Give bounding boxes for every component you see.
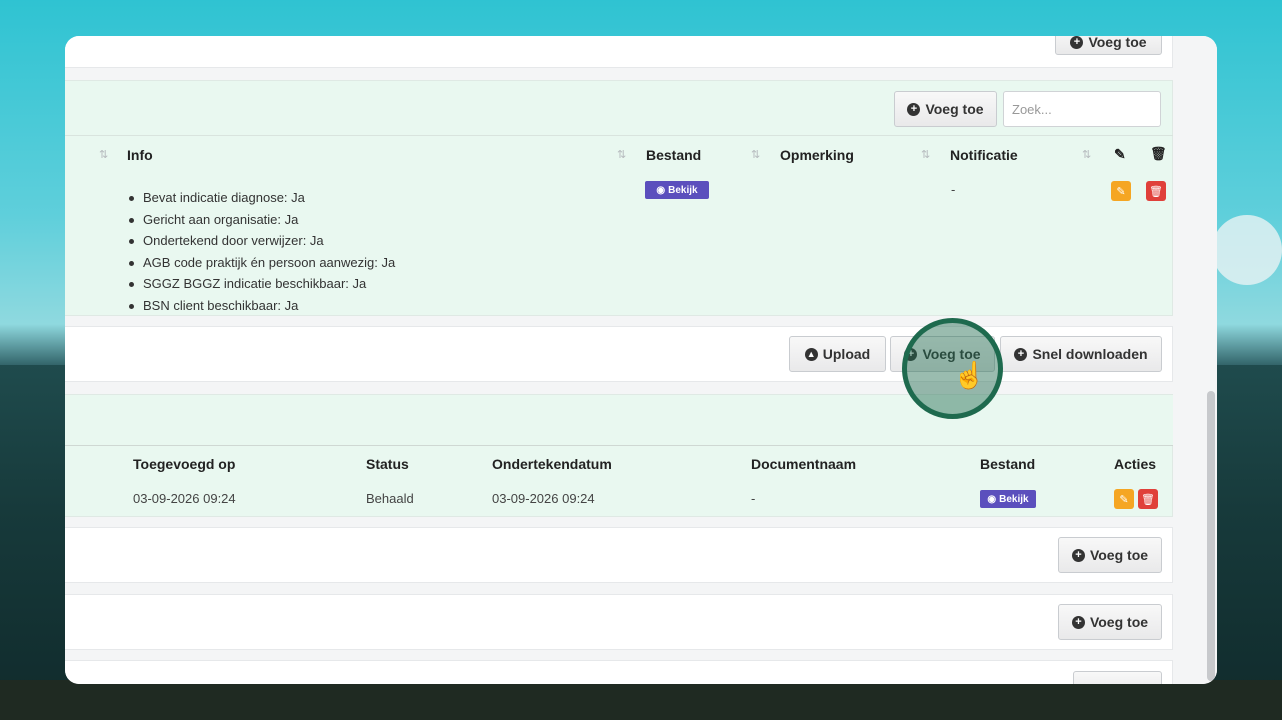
view-file-badge[interactable]: ◉ Bekijk <box>645 181 709 199</box>
notificatie-value: - <box>951 182 956 197</box>
referral-add-button[interactable]: + Voeg toe <box>894 91 997 127</box>
table-divider <box>65 135 1173 136</box>
section4-add-button[interactable]: + Voeg toe <box>1058 537 1162 573</box>
pencil-icon: ✎ <box>1116 185 1126 198</box>
scrollbar-track[interactable] <box>1187 36 1217 684</box>
trash-icon: 🗑 <box>1149 185 1163 198</box>
section6-button[interactable] <box>1073 671 1162 684</box>
info-item: Ondertekend door verwijzer: Ja <box>127 230 395 252</box>
upload-button[interactable]: ▲ Upload <box>789 336 886 372</box>
search-input[interactable]: Zoek... <box>1003 91 1161 127</box>
section5-add-label: Voeg toe <box>1089 614 1149 630</box>
view-label: Bekijk <box>999 493 1029 505</box>
info-item: Bevat indicatie diagnose: Ja <box>127 187 395 209</box>
plus-circle-icon: + <box>1070 36 1084 49</box>
pencil-icon: ✎ <box>1119 493 1129 506</box>
info-item: SGGZ BGGZ indicatie beschikbaar: Ja <box>127 273 395 295</box>
plus-circle-icon: + <box>1071 548 1085 562</box>
info-item: AGB code praktijk én persoon aanwezig: J… <box>127 252 395 274</box>
plus-circle-icon: + <box>1014 347 1028 361</box>
upload-label: Upload <box>822 346 871 362</box>
column-header-status[interactable]: Status <box>366 456 409 472</box>
table-divider <box>65 445 1173 446</box>
section4-add-label: Voeg toe <box>1089 547 1149 563</box>
section-5: + Voeg toe <box>65 594 1173 650</box>
delete-button[interactable]: 🗑 <box>1146 181 1166 201</box>
column-header-opmerking[interactable]: Opmerking <box>780 147 854 163</box>
column-header-bestand[interactable]: Bestand <box>646 147 701 163</box>
view-label: Bekijk <box>668 184 698 196</box>
section-4: + Voeg toe <box>65 527 1173 583</box>
trash-icon: 🗑 <box>1150 146 1167 161</box>
top-add-label: Voeg toe <box>1088 36 1147 50</box>
info-list: Bevat indicatie diagnose: Ja Gericht aan… <box>127 187 395 317</box>
section-6 <box>65 660 1173 684</box>
cell-ondertekendatum: 03-09-2026 09:24 <box>492 491 595 506</box>
upload-icon: ▲ <box>804 347 818 361</box>
column-header-ondertekendatum[interactable]: Ondertekendatum <box>492 456 612 472</box>
referral-section: + Voeg toe Zoek... ⇅ Info ⇅ Bestand ⇅ Op… <box>65 80 1173 316</box>
sort-icon[interactable]: ⇅ <box>751 148 760 161</box>
edit-button[interactable]: ✎ <box>1114 489 1134 509</box>
sort-icon[interactable]: ⇅ <box>617 148 626 161</box>
scrollbar-thumb[interactable] <box>1207 391 1215 681</box>
hand-cursor-icon: ☝ <box>953 360 986 390</box>
column-header-notificatie[interactable]: Notificatie <box>950 147 1018 163</box>
top-add-button[interactable]: + Voeg toe <box>1055 36 1162 55</box>
info-item: BSN client beschikbaar: Ja <box>127 295 395 317</box>
cell-documentnaam: - <box>751 491 756 506</box>
documents-toolbar-section: ▲ Upload + Voeg toe + Snel downloaden <box>65 326 1173 382</box>
cell-status: Behaald <box>366 491 414 506</box>
view-file-badge[interactable]: ◉ Bekijk <box>980 490 1036 508</box>
column-header-bestand[interactable]: Bestand <box>980 456 1035 472</box>
eye-icon: ◉ <box>656 184 666 196</box>
delete-button[interactable]: 🗑 <box>1138 489 1158 509</box>
top-panel: + Voeg toe <box>65 36 1173 68</box>
column-header-toegevoegd[interactable]: Toegevoegd op <box>133 456 235 472</box>
pencil-icon: ✎ <box>1114 146 1126 162</box>
background-ground <box>0 680 1282 720</box>
signatures-section: Toegevoegd op Status Ondertekendatum Doc… <box>65 394 1173 517</box>
edit-button[interactable]: ✎ <box>1111 181 1131 201</box>
quick-download-button[interactable]: + Snel downloaden <box>1000 336 1162 372</box>
section-header-band <box>65 395 1173 445</box>
section5-add-button[interactable]: + Voeg toe <box>1058 604 1162 640</box>
trash-icon: 🗑 <box>1141 493 1155 506</box>
cell-toegevoegd: 03-09-2026 09:24 <box>133 491 236 506</box>
background-cloud <box>1212 215 1282 285</box>
info-item: Gericht aan organisatie: Ja <box>127 209 395 231</box>
eye-icon: ◉ <box>987 493 997 505</box>
column-header-acties: Acties <box>1114 456 1157 472</box>
sort-icon[interactable]: ⇅ <box>99 148 108 161</box>
app-window: + Voeg toe + Voeg toe Zoek... ⇅ Info ⇅ B… <box>65 36 1217 684</box>
plus-circle-icon: + <box>907 102 921 116</box>
sort-icon[interactable]: ⇅ <box>1082 148 1091 161</box>
sort-icon[interactable]: ⇅ <box>921 148 930 161</box>
referral-add-label: Voeg toe <box>925 101 984 117</box>
column-header-documentnaam[interactable]: Documentnaam <box>751 456 856 472</box>
column-header-info[interactable]: Info <box>127 147 153 163</box>
plus-circle-icon: + <box>1071 615 1085 629</box>
quick-download-label: Snel downloaden <box>1032 346 1148 362</box>
